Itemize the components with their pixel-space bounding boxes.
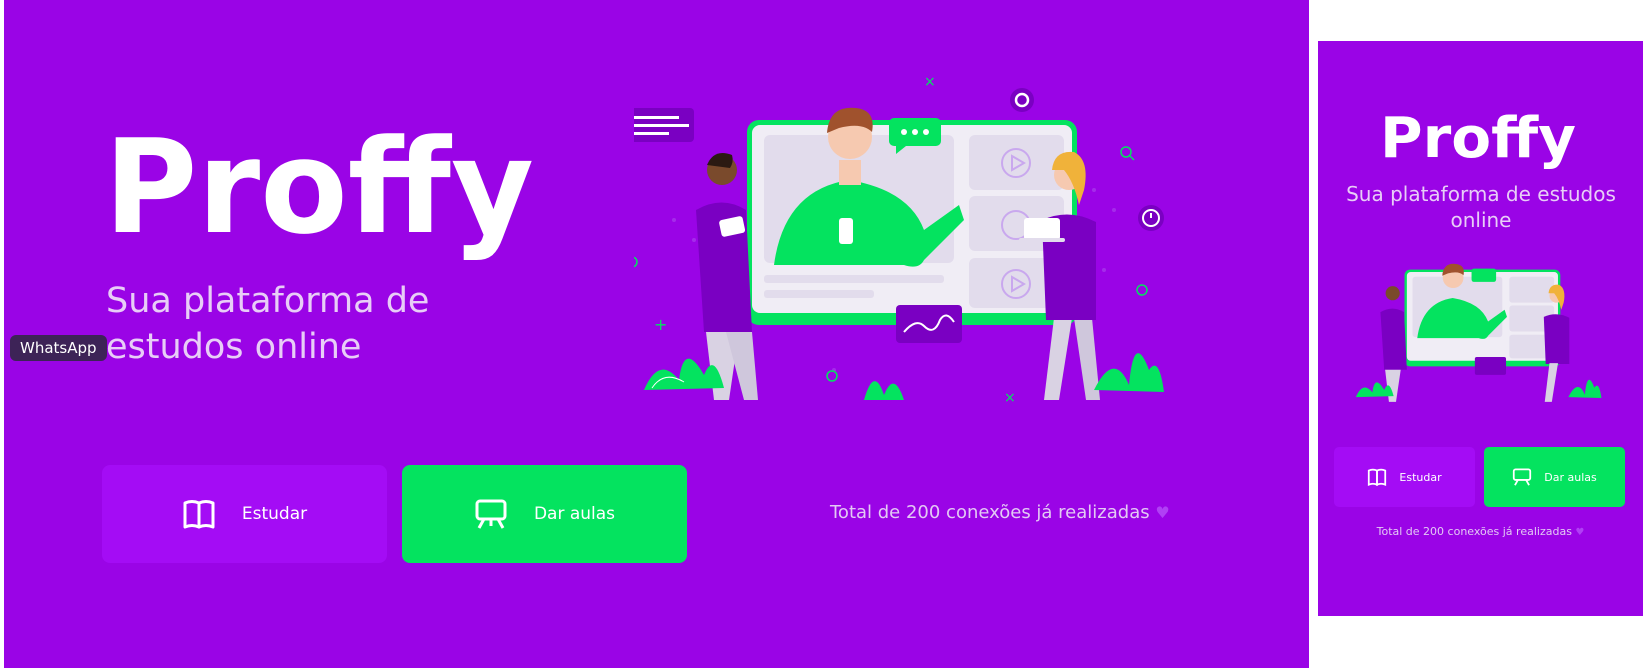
- svg-text:×: ×: [1004, 390, 1016, 406]
- mobile-total-connections-text: Total de 200 conexões já realizadas: [1376, 525, 1572, 538]
- proffy-logo: Proffy: [104, 130, 534, 263]
- svg-text:+: +: [654, 315, 667, 334]
- mobile-tagline: Sua plataforma de estudos online: [1346, 182, 1616, 232]
- study-button[interactable]: Estudar: [102, 465, 387, 563]
- total-connections: Total de 200 conexões já realizadas ♥: [830, 502, 1170, 523]
- book-open-icon: [183, 500, 215, 529]
- mobile-study-button-label: Estudar: [1399, 470, 1442, 484]
- purple-heart-icon: ♥: [1155, 503, 1170, 522]
- svg-text:Proffy: Proffy: [104, 130, 534, 263]
- hero-tagline: Sua plataforma de estudos online: [106, 278, 526, 370]
- mobile-study-button[interactable]: Estudar: [1334, 447, 1475, 507]
- presentation-board-icon: [475, 499, 507, 529]
- tagline-line-1: Sua plataforma de: [106, 281, 430, 321]
- hero-illustration: × × +: [634, 74, 1164, 406]
- study-button-label: Estudar: [241, 504, 308, 524]
- mobile-hero-illustration: [1355, 263, 1602, 402]
- tagline-line-2: estudos online: [106, 327, 362, 367]
- total-connections-text: Total de 200 conexões já realizadas: [830, 502, 1150, 523]
- whatsapp-tooltip: WhatsApp: [10, 335, 107, 361]
- teach-button-label: Dar aulas: [533, 504, 616, 524]
- landing-desktop: Proffy Sua plataforma de estudos online …: [4, 0, 1309, 668]
- mobile-total-connections: Total de 200 conexões já realizadas ♥: [1318, 525, 1643, 538]
- presentation-board-icon: [1513, 468, 1532, 486]
- svg-text:×: ×: [924, 74, 936, 90]
- proffy-logo-mobile: Proffy: [1380, 113, 1576, 169]
- mobile-teach-button[interactable]: Dar aulas: [1484, 447, 1625, 507]
- book-open-icon: [1368, 468, 1387, 486]
- landing-mobile: Proffy Sua plataforma de estudos online …: [1318, 41, 1643, 616]
- svg-text:Proffy: Proffy: [1380, 113, 1576, 169]
- purple-heart-icon: ♥: [1575, 527, 1585, 538]
- teach-button[interactable]: Dar aulas: [402, 465, 687, 563]
- mobile-teach-button-label: Dar aulas: [1544, 470, 1597, 484]
